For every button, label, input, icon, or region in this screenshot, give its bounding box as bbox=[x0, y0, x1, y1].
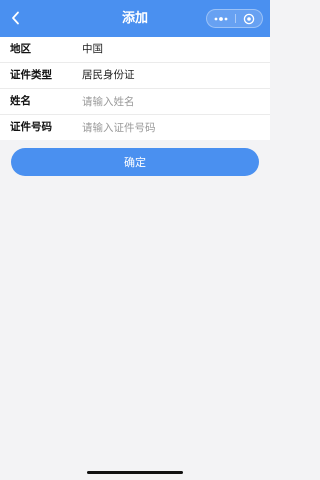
navigation-bar: 添加 bbox=[0, 0, 270, 37]
name-label: 姓名 bbox=[10, 95, 31, 107]
more-button[interactable] bbox=[207, 10, 235, 27]
id-type-select[interactable]: 居民身份证 bbox=[82, 63, 135, 88]
chevron-left-icon bbox=[12, 11, 19, 25]
id-number-input[interactable] bbox=[80, 118, 260, 137]
name-row: 姓名 bbox=[0, 89, 270, 115]
mini-program-capsule bbox=[206, 9, 263, 28]
region-row: 地区 中国 bbox=[0, 37, 270, 63]
id-type-row: 证件类型 居民身份证 bbox=[0, 63, 270, 89]
id-number-label: 证件号码 bbox=[10, 121, 52, 133]
name-input[interactable] bbox=[80, 92, 260, 111]
id-number-row: 证件号码 bbox=[0, 115, 270, 140]
region-label: 地区 bbox=[10, 43, 31, 55]
home-indicator bbox=[87, 471, 183, 474]
id-type-label: 证件类型 bbox=[10, 69, 52, 81]
confirm-button[interactable]: 确定 bbox=[11, 148, 259, 176]
close-mini-program-button[interactable] bbox=[236, 10, 262, 27]
region-select[interactable]: 中国 bbox=[82, 37, 103, 62]
more-dots-icon bbox=[214, 16, 228, 21]
add-form: 地区 中国 证件类型 居民身份证 姓名 证件号码 bbox=[0, 37, 270, 140]
back-button[interactable] bbox=[6, 8, 26, 28]
target-close-icon bbox=[243, 13, 255, 24]
